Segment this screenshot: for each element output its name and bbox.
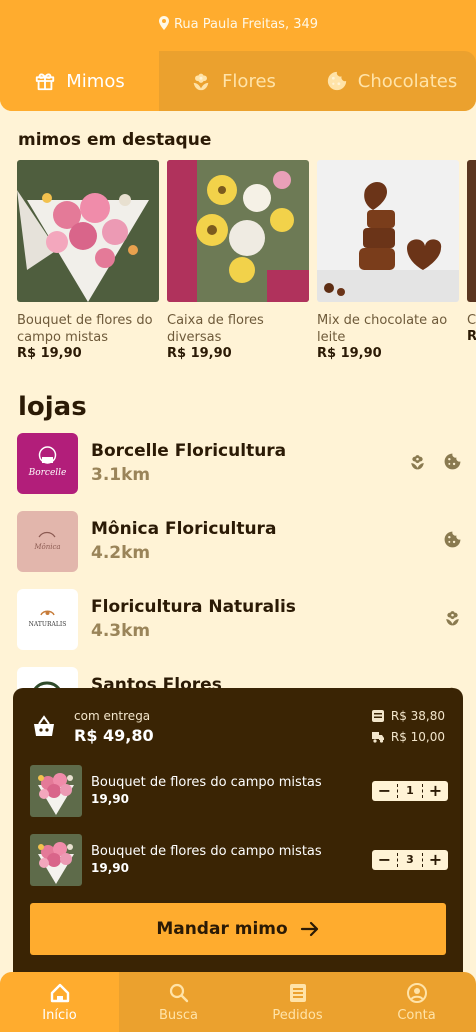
cart-item-image: [30, 834, 82, 886]
product-price: R$ 19,90: [317, 346, 382, 361]
send-gift-label: Mandar mimo: [156, 919, 288, 939]
bottom-navigation: Início Busca Pedidos Conta: [0, 972, 476, 1032]
cart-item-name: Bouquet de flores do campo mistas: [91, 775, 322, 790]
subtotal-value: R$ 38,80: [390, 709, 445, 723]
featured-title: mimos em destaque: [18, 130, 212, 150]
nav-inicio[interactable]: Início: [0, 972, 119, 1032]
store-item[interactable]: Borcelle Borcelle Floricultura 3.1km: [17, 433, 462, 495]
search-icon: [169, 983, 188, 1002]
delivery-label: com entrega: [74, 709, 151, 723]
user-icon: [406, 982, 427, 1003]
delivery-icon: [371, 732, 384, 743]
cookie-icon: [443, 452, 462, 471]
receipt-icon: [289, 983, 306, 1002]
nav-label: Pedidos: [272, 1007, 323, 1023]
flower-icon: [443, 608, 462, 627]
decrement-button[interactable]: −: [372, 781, 397, 801]
location-pin-icon: [158, 16, 169, 30]
address-bar[interactable]: Rua Paula Freitas, 349: [0, 16, 476, 32]
tab-label: Mimos: [66, 70, 125, 92]
cart-panel: com entrega R$ 49,80 R$ 38,80 R$ 10,00 B…: [13, 688, 463, 978]
nav-pedidos[interactable]: Pedidos: [238, 972, 357, 1032]
cart-total: R$ 49,80: [74, 726, 154, 745]
product-name: Caixa de flores diversas: [167, 313, 264, 345]
product-name: Ca fo: [467, 313, 476, 328]
stores-title: lojas: [18, 392, 87, 422]
increment-button[interactable]: +: [423, 850, 448, 870]
flower-icon: [190, 70, 212, 92]
product-price: R$ 19,90: [17, 346, 82, 361]
store-logo: Mônica: [17, 511, 78, 572]
nav-conta[interactable]: Conta: [357, 972, 476, 1032]
store-categories: [443, 530, 462, 549]
cookie-icon: [326, 70, 348, 92]
product-price: R$: [467, 329, 476, 344]
featured-card[interactable]: Caixa de flores diversas R$ 19,90: [167, 160, 309, 361]
store-item[interactable]: NATURALIS Floricultura Naturalis 4.3km: [17, 589, 462, 651]
receipt-icon: [371, 710, 384, 722]
tab-label: Chocolates: [357, 70, 458, 92]
cart-item-price: 19,90: [91, 792, 129, 806]
store-distance: 4.3km: [91, 621, 151, 641]
store-logo: NATURALIS: [17, 589, 78, 650]
cookie-icon: [443, 530, 462, 549]
nav-label: Conta: [397, 1007, 436, 1023]
category-tabs: Mimos Flores Chocolates: [0, 51, 476, 111]
cart-item: Bouquet de flores do campo mistas 19,90 …: [30, 834, 448, 886]
quantity-value: 3: [397, 853, 423, 867]
product-name: Bouquet de flores do campo mistas: [17, 313, 153, 345]
quantity-stepper: − 3 +: [372, 850, 448, 870]
store-name: Mônica Floricultura: [91, 519, 277, 539]
cart-item-price: 19,90: [91, 861, 129, 875]
flower-icon: [408, 452, 427, 471]
basket-icon: [34, 715, 54, 736]
nav-busca[interactable]: Busca: [119, 972, 238, 1032]
subtotal-row: R$ 38,80: [371, 709, 445, 723]
tab-chocolates[interactable]: Chocolates: [307, 51, 476, 111]
store-logo: Borcelle: [17, 433, 78, 494]
store-distance: 4.2km: [91, 543, 151, 563]
home-icon: [50, 983, 69, 1002]
quantity-stepper: − 1 +: [372, 781, 448, 801]
product-image: [17, 160, 159, 302]
tab-flores[interactable]: Flores: [159, 51, 307, 111]
quantity-value: 1: [397, 784, 423, 798]
product-image: [317, 160, 459, 302]
product-name: Mix de chocolate ao leite: [317, 313, 448, 345]
store-name: Borcelle Floricultura: [91, 441, 287, 461]
logo-text: NATURALIS: [29, 621, 67, 628]
address-text: Rua Paula Freitas, 349: [173, 17, 319, 32]
cart-item-image: [30, 765, 82, 817]
store-categories: [408, 452, 462, 471]
product-price: R$ 19,90: [167, 346, 232, 361]
cart-item-name: Bouquet de flores do campo mistas: [91, 844, 322, 859]
featured-card[interactable]: Bouquet de flores do campo mistas R$ 19,…: [17, 160, 159, 361]
tab-label: Flores: [222, 70, 276, 92]
featured-card[interactable]: Ca fo R$: [467, 160, 476, 344]
header: Rua Paula Freitas, 349 Mimos Flores Choc…: [0, 0, 476, 111]
cart-item: Bouquet de flores do campo mistas 19,90 …: [30, 765, 448, 817]
arrow-right-icon: [300, 921, 318, 937]
featured-card[interactable]: Mix de chocolate ao leite R$ 19,90: [317, 160, 459, 361]
nav-label: Busca: [158, 1007, 199, 1023]
decrement-button[interactable]: −: [372, 850, 397, 870]
nav-label: Início: [42, 1007, 77, 1023]
logo-text: Borcelle: [28, 468, 67, 478]
store-distance: 3.1km: [91, 465, 151, 485]
product-image: [167, 160, 309, 302]
featured-carousel[interactable]: Bouquet de flores do campo mistas R$ 19,…: [17, 160, 476, 370]
store-categories: [443, 608, 462, 627]
gift-icon: [34, 70, 56, 92]
store-name: Floricultura Naturalis: [91, 597, 296, 617]
delivery-fee-value: R$ 10,00: [390, 730, 445, 744]
tab-mimos[interactable]: Mimos: [0, 51, 159, 111]
product-image: [467, 160, 476, 302]
store-item[interactable]: Mônica Mônica Floricultura 4.2km: [17, 511, 462, 573]
send-gift-button[interactable]: Mandar mimo: [30, 903, 446, 955]
logo-text: Mônica: [33, 543, 60, 551]
increment-button[interactable]: +: [423, 781, 448, 801]
delivery-fee-row: R$ 10,00: [371, 730, 445, 744]
